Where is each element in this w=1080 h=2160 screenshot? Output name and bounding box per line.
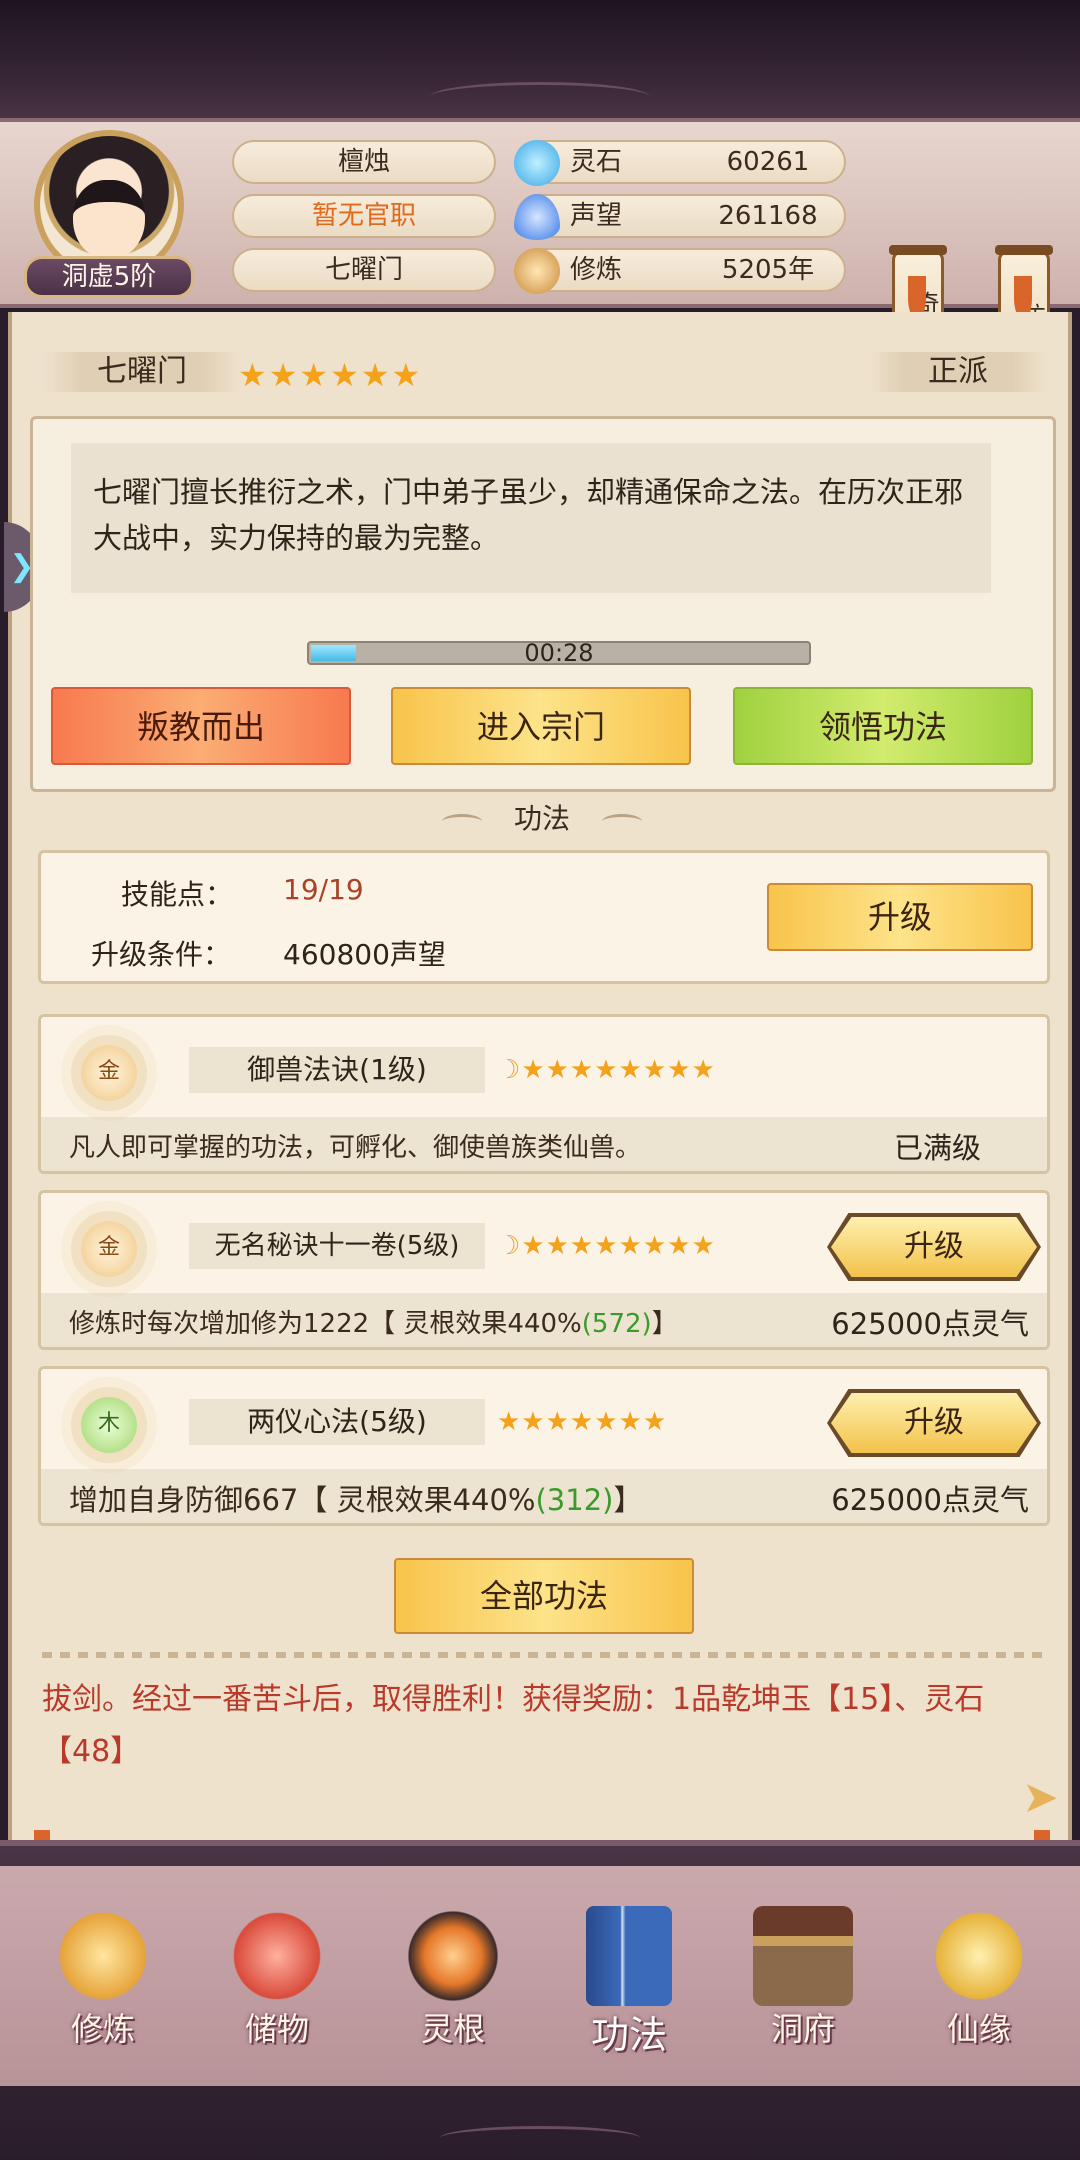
technique-name: 两仪心法(5级) bbox=[189, 1399, 485, 1445]
nav-label: 洞府 bbox=[770, 2010, 835, 2048]
reputation-icon bbox=[514, 194, 560, 240]
skill-points-box: 技能点： 19/19 升级条件： 460800声望 升级 bbox=[38, 850, 1050, 984]
realm-badge: 洞虚5阶 bbox=[24, 256, 194, 298]
cultivation-value: 5205年 bbox=[721, 255, 815, 285]
bottom-nav-bar: 修炼 储物 灵根 功法 洞府 仙缘 bbox=[0, 1840, 1080, 2160]
technique-card: 金 御兽法诀(1级) ☽★★★★★★★★ 凡人即可掌握的功法，可孵化、御使兽族类… bbox=[38, 1014, 1050, 1174]
technique-star-row: ★★★★★★★★ bbox=[521, 1231, 716, 1261]
sect-panel: ❯ 七曜门 ★★★★★★ 正派 七曜门擅长推衍之术，门中弟子虽少，却精通保命之法… bbox=[4, 312, 1072, 1840]
upgrade-technique-button[interactable]: 升级 bbox=[831, 1393, 1037, 1453]
all-techniques-button[interactable]: 全部功法 bbox=[394, 1558, 694, 1634]
metal-element-icon: 金 bbox=[81, 1221, 137, 1277]
cultivation-label: 修炼 bbox=[570, 255, 623, 285]
upgrade-sect-skill-button[interactable]: 升级 bbox=[767, 883, 1033, 951]
technique-star-row: ★★★★★★★ bbox=[497, 1407, 668, 1437]
spirit-stone-row: 灵石 60261 bbox=[514, 140, 846, 186]
upgrade-technique-button[interactable]: 升级 bbox=[831, 1217, 1037, 1277]
player-name: 檀烛 bbox=[232, 140, 496, 184]
sect-star-rating: ★★★★★★ bbox=[238, 356, 423, 394]
description-text: 增加自身防御667【 灵根效果440% bbox=[69, 1483, 536, 1517]
betray-sect-button[interactable]: 叛教而出 bbox=[51, 687, 351, 765]
skill-points-value: 19/19 bbox=[283, 873, 364, 906]
scripture-book-icon bbox=[586, 1906, 672, 2006]
description-tail: 】 bbox=[651, 1309, 678, 1339]
spirit-stone-value: 60261 bbox=[726, 147, 810, 177]
nav-label: 灵根 bbox=[420, 2010, 485, 2048]
moon-icon: ☽ bbox=[497, 1231, 522, 1261]
sect-description: 七曜门擅长推衍之术，门中弟子虽少，却精通保命之法。在历次正邪大战中，实力保持的最… bbox=[71, 443, 991, 593]
top-bar bbox=[0, 0, 1080, 120]
gourd-icon bbox=[929, 1906, 1029, 2006]
nav-cave-house[interactable]: 洞府 bbox=[728, 1906, 878, 2066]
cultivate-icon bbox=[53, 1906, 153, 2006]
nav-storage[interactable]: 储物 bbox=[202, 1906, 352, 2066]
upgrade-condition-label: 升级条件： bbox=[91, 938, 232, 971]
bonus-value: (312) bbox=[535, 1483, 614, 1517]
timer-progress-bar: 00:28 bbox=[307, 639, 811, 667]
sect-name-pill: 七曜门 bbox=[232, 248, 496, 292]
nav-spirit-root[interactable]: 灵根 bbox=[378, 1906, 528, 2066]
nav-label: 修炼 bbox=[70, 2010, 135, 2048]
technique-description: 增加自身防御667【 灵根效果440%(312)】 bbox=[69, 1477, 642, 1523]
learn-technique-button[interactable]: 领悟功法 bbox=[733, 687, 1033, 765]
nav-label: 储物 bbox=[244, 2010, 309, 2048]
technique-card: 金 无名秘诀十一卷(5级) ☽★★★★★★★★ 升级 修炼时每次增加修为1222… bbox=[38, 1190, 1050, 1350]
spirit-root-icon bbox=[403, 1906, 503, 2006]
nav-cultivate[interactable]: 修炼 bbox=[28, 1906, 178, 2066]
enter-sect-button[interactable]: 进入宗门 bbox=[391, 687, 691, 765]
upgrade-cost: 625000点灵气 bbox=[831, 1307, 1029, 1341]
technique-stars: ☽★★★★★★★★ bbox=[497, 1047, 716, 1093]
nav-label: 功法 bbox=[590, 2013, 667, 2057]
divider bbox=[42, 1652, 1042, 1658]
nav-label: 仙缘 bbox=[946, 2010, 1011, 2048]
reputation-row: 声望 261168 bbox=[514, 194, 846, 240]
storage-bag-icon bbox=[227, 1906, 327, 2006]
technique-name: 御兽法诀(1级) bbox=[189, 1047, 485, 1093]
skill-points-label: 技能点： bbox=[121, 878, 234, 911]
max-level-status: 已满级 bbox=[893, 1131, 981, 1165]
metal-element-icon: 金 bbox=[81, 1045, 137, 1101]
upgrade-condition-value: 460800声望 bbox=[283, 938, 446, 971]
timer-text: 00:28 bbox=[524, 639, 594, 667]
description-text: 修炼时每次增加修为1222【 灵根效果440% bbox=[69, 1309, 582, 1339]
nav-destiny[interactable]: 仙缘 bbox=[904, 1906, 1054, 2066]
technique-card: 木 两仪心法(5级) ★★★★★★★ 升级 增加自身防御667【 灵根效果440… bbox=[38, 1366, 1050, 1526]
reputation-label: 声望 bbox=[570, 201, 623, 231]
spirit-stone-label: 灵石 bbox=[570, 147, 623, 177]
description-tail: 】 bbox=[613, 1483, 643, 1517]
faction-label: 正派 bbox=[868, 352, 1048, 392]
cave-house-icon bbox=[753, 1906, 853, 2006]
avatar-face bbox=[73, 180, 145, 260]
bonus-value: (572) bbox=[581, 1309, 652, 1339]
technique-star-row: ★★★★★★★★ bbox=[521, 1055, 716, 1085]
nav-techniques[interactable]: 功法 bbox=[554, 1906, 704, 2066]
wood-element-icon: 木 bbox=[81, 1397, 137, 1453]
technique-stars: ☽★★★★★★★★ bbox=[497, 1223, 716, 1269]
sect-title: 七曜门 bbox=[97, 354, 187, 389]
official-title: 暂无官职 bbox=[232, 194, 496, 238]
top-ornament bbox=[430, 82, 650, 112]
technique-name: 无名秘诀十一卷(5级) bbox=[189, 1223, 485, 1269]
battle-log: 拔剑。经过一番苦斗后，取得胜利！获得奖励：1品乾坤玉【15】、灵石【48】 bbox=[42, 1682, 985, 1769]
reputation-value: 261168 bbox=[718, 201, 818, 231]
technique-section-title: 功法 bbox=[432, 796, 652, 842]
spirit-stone-icon bbox=[514, 140, 560, 186]
moon-icon: ☽ bbox=[497, 1055, 522, 1085]
next-arrow-icon[interactable]: ➤ bbox=[1022, 1772, 1059, 1823]
technique-description: 修炼时每次增加修为1222【 灵根效果440%(572)】 bbox=[69, 1301, 678, 1347]
bottom-ornament bbox=[440, 2126, 640, 2150]
cultivation-row: 修炼 5205年 bbox=[514, 248, 846, 294]
cultivation-icon bbox=[514, 248, 560, 294]
sect-description-box: 七曜门擅长推衍之术，门中弟子虽少，却精通保命之法。在历次正邪大战中，实力保持的最… bbox=[30, 416, 1056, 792]
technique-description: 凡人即可掌握的功法，可孵化、御使兽族类仙兽。 bbox=[69, 1133, 642, 1163]
upgrade-cost: 625000点灵气 bbox=[831, 1483, 1029, 1517]
